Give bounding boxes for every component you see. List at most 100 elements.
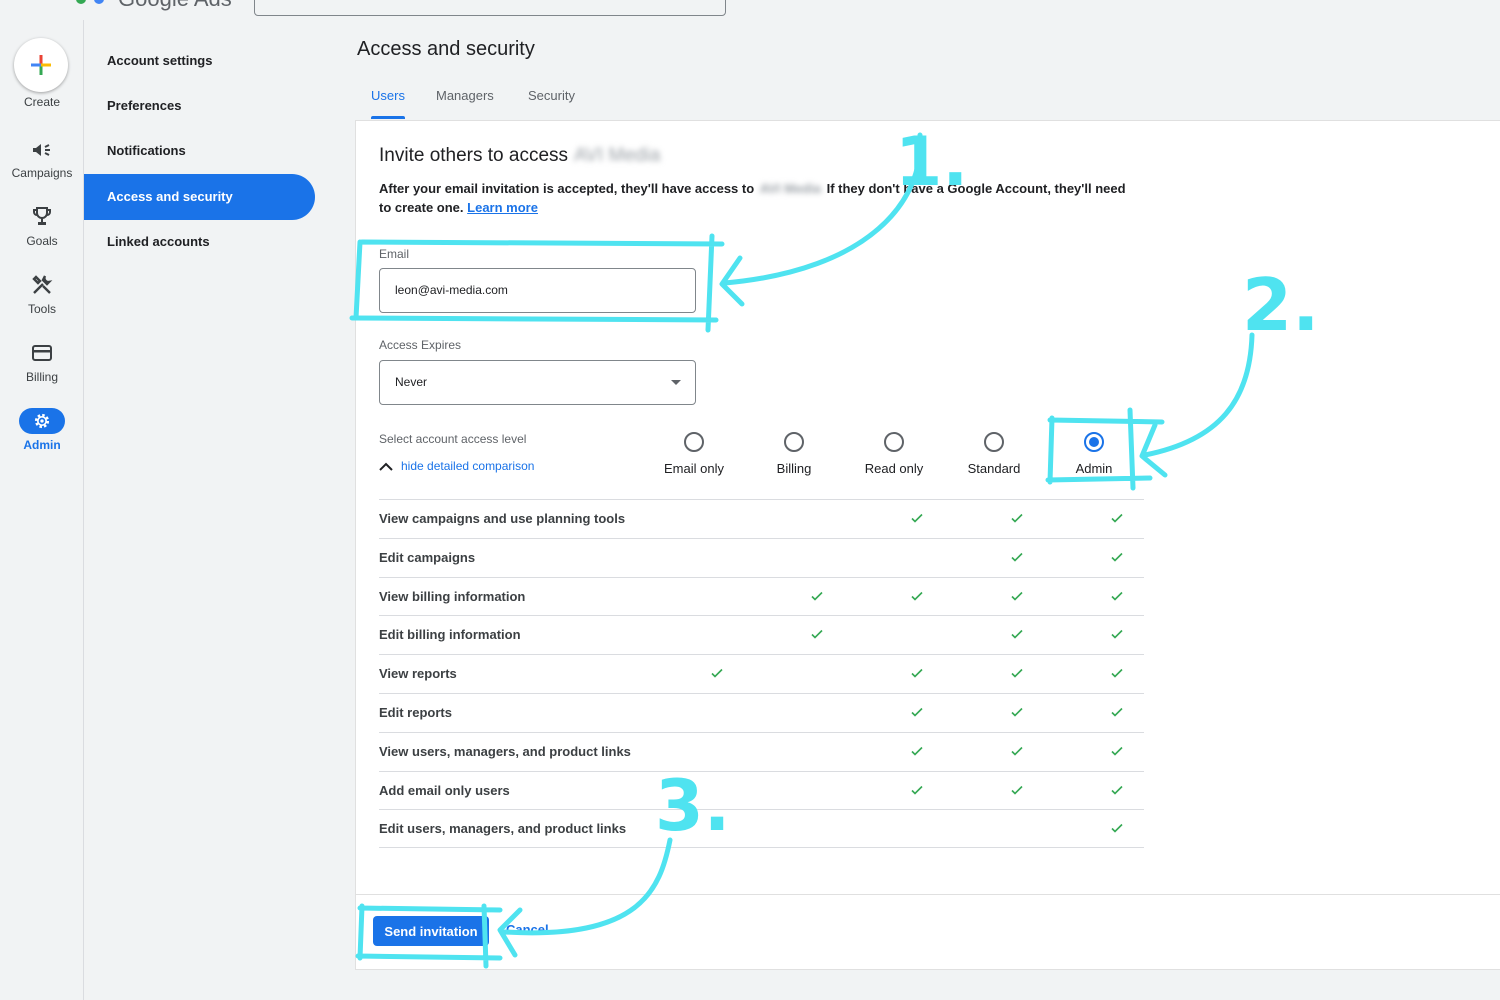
access-level-radio[interactable] <box>784 432 804 452</box>
permission-name: View billing information <box>379 588 526 604</box>
account-name-blurred: AVI Media <box>574 145 661 166</box>
access-level-label: Read only <box>864 461 924 476</box>
rail-item-label: Tools <box>27 302 56 316</box>
access-level-label: Email only <box>664 461 724 476</box>
create-label: Create <box>23 95 61 109</box>
rail-item-label: Admin <box>23 438 61 452</box>
logo-dot-icon <box>76 0 86 4</box>
access-level-label: Billing <box>776 461 812 476</box>
footer-divider <box>356 894 1500 895</box>
admin-pill <box>19 408 65 434</box>
cancel-button[interactable]: Cancel <box>506 922 549 937</box>
invite-title-text: Invite others to access <box>379 145 569 166</box>
hide-comparison-label: hide detailed comparison <box>401 459 535 473</box>
check-icon <box>1111 785 1123 795</box>
learn-more-link[interactable]: Learn more <box>467 200 538 215</box>
access-level-radio[interactable] <box>984 432 1004 452</box>
check-icon <box>1111 824 1123 834</box>
permission-name: Edit campaigns <box>379 549 476 565</box>
permission-name: Edit billing information <box>379 627 521 643</box>
expires-value: Never <box>395 375 428 389</box>
permission-name: View users, managers, and product links <box>379 743 631 759</box>
top-bar: Google Ads <box>0 0 1500 20</box>
check-icon <box>1011 591 1023 601</box>
invite-card: Invite others to access AVI Media After y… <box>355 120 1500 970</box>
permission-name: Edit users, managers, and product links <box>379 821 627 837</box>
check-icon <box>811 591 823 601</box>
tab-users[interactable]: Users <box>371 88 405 103</box>
check-icon <box>711 669 723 678</box>
app-logo-text: Google Ads <box>118 0 232 12</box>
table-row: View reports <box>379 654 1144 693</box>
create-button[interactable] <box>14 38 68 92</box>
tab-managers[interactable]: Managers <box>436 88 494 103</box>
check-icon <box>1111 746 1123 756</box>
access-level-label: Admin <box>1075 461 1113 476</box>
check-icon <box>1011 552 1023 562</box>
check-icon <box>1111 707 1123 717</box>
check-icon <box>911 669 923 678</box>
check-icon <box>1111 552 1123 562</box>
table-row: Add email only users <box>379 770 1144 810</box>
rail-item-label: Goals <box>26 234 58 248</box>
send-invitation-button[interactable]: Send invitation <box>373 916 489 946</box>
check-icon <box>911 746 923 756</box>
megaphone-icon <box>33 144 50 156</box>
search-input[interactable] <box>254 0 726 16</box>
check-icon <box>1011 785 1023 795</box>
table-row: View users, managers, and product links <box>379 731 1144 771</box>
email-field[interactable]: leon@avi-media.com <box>379 268 696 313</box>
access-expires-select[interactable]: Never <box>379 360 696 405</box>
check-icon <box>911 513 923 523</box>
table-row: Edit users, managers, and product links <box>379 809 1144 849</box>
check-icon <box>811 630 823 640</box>
subnav-item-notifications[interactable]: Notifications <box>84 128 315 174</box>
expires-label: Access Expires <box>379 338 462 352</box>
access-level-radio[interactable] <box>1084 432 1104 452</box>
chevron-up-icon <box>379 462 393 471</box>
subnav-item-preferences[interactable]: Preferences <box>84 83 315 129</box>
subnav-item-linked-accounts[interactable]: Linked accounts <box>84 219 315 265</box>
permission-name: Add email only users <box>379 782 510 798</box>
permission-name: View campaigns and use planning tools <box>379 511 626 526</box>
subnav-item-access-and-security[interactable]: Access and security <box>84 174 315 220</box>
description-part-a: After your email invitation is accepted,… <box>379 181 755 196</box>
email-label: Email <box>379 247 410 261</box>
check-icon <box>911 707 923 717</box>
left-rail: Create Campaigns Goals Tools Billing Adm… <box>0 20 84 1000</box>
hide-comparison-toggle[interactable]: hide detailed comparison <box>379 459 534 473</box>
permission-name: View reports <box>379 666 457 682</box>
rail-item-label: Billing <box>25 370 58 384</box>
invite-title: Invite others to access AVI Media <box>379 145 660 167</box>
check-icon <box>1111 591 1123 601</box>
tools-icon <box>32 275 53 294</box>
access-level-label: Standard <box>967 461 1021 476</box>
check-icon <box>911 591 923 601</box>
account-name-blurred: AVI Media <box>759 181 821 196</box>
permission-name: Edit reports <box>379 704 452 720</box>
table-row: Edit campaigns <box>379 537 1144 577</box>
check-icon <box>1011 707 1023 717</box>
table-row: Edit billing information <box>379 615 1144 654</box>
check-icon <box>1111 669 1123 678</box>
caret-down-icon <box>671 380 681 385</box>
tab-security[interactable]: Security <box>528 88 575 103</box>
check-icon <box>1111 630 1123 640</box>
access-level-radio[interactable] <box>884 432 904 452</box>
check-icon <box>1111 513 1123 523</box>
check-icon <box>1011 669 1023 678</box>
plus-icon <box>31 55 51 75</box>
table-row: Edit reports <box>379 692 1144 732</box>
trophy-icon <box>33 207 51 225</box>
invite-description: After your email invitation is accepted,… <box>379 179 1139 217</box>
check-icon <box>911 785 923 795</box>
permission-comparison-table: View campaigns and use planning tools Edi… <box>379 499 1144 849</box>
check-icon <box>1011 513 1023 523</box>
access-level-radio[interactable] <box>684 432 704 452</box>
access-level-label: Select account access level <box>379 432 527 446</box>
subnav-item-account-settings[interactable]: Account settings <box>84 38 315 84</box>
page-title: Access and security <box>357 38 535 60</box>
active-tab-indicator <box>371 116 405 119</box>
credit-card-icon <box>32 345 52 361</box>
logo-dot-icon <box>94 0 104 4</box>
